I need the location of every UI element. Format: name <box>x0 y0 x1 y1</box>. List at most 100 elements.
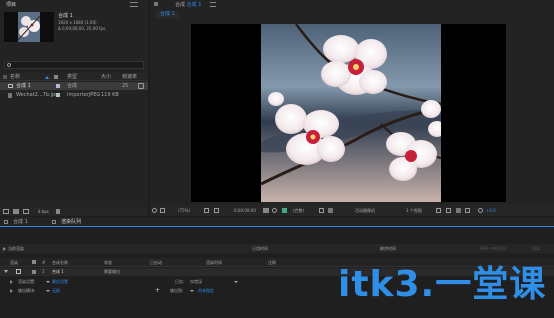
output-to-value[interactable]: 尚未指定 <box>198 289 214 293</box>
reset-exposure-icon[interactable] <box>478 208 483 213</box>
resolution-dropdown[interactable]: (完整) <box>293 209 304 213</box>
comp-info-name: 合成 1 <box>58 13 73 19</box>
comp-info-duration: Δ 0;00;00;00, 25.00 fps <box>58 26 106 31</box>
comp-thumbnail <box>4 12 54 42</box>
watermark-logo: itk3.一堂课 <box>338 264 547 305</box>
project-row-name: Wechat2...7b.jpg <box>16 92 59 98</box>
expand-arrow-icon[interactable] <box>10 289 13 293</box>
fast-previews-icon[interactable] <box>328 208 333 213</box>
viewer-toolbar: (75%) 0:00:00:00 (完整) 活动摄像机 1 个视图 +0.0 <box>150 205 554 216</box>
project-column-header: 名称 类型 大小 帧速率 <box>0 73 148 81</box>
viewer-sub-tab[interactable]: 合成 1 <box>156 11 179 18</box>
grid-icon[interactable] <box>204 208 209 213</box>
zoom-dropdown[interactable]: (75%) <box>178 209 190 213</box>
close-icon[interactable] <box>4 220 8 224</box>
mask-visibility-icon[interactable] <box>160 208 165 213</box>
column-type[interactable]: 类型 <box>67 75 77 80</box>
image-file-icon <box>8 93 12 98</box>
viewer-tab-label: 合成 <box>175 2 186 8</box>
project-row-type: ImporterJPEG <box>67 92 101 98</box>
ame-queue-button[interactable]: AME 中的队列 <box>480 247 506 251</box>
flowchart-icon[interactable] <box>138 83 144 89</box>
render-settings-value[interactable]: 最佳设置 <box>52 280 68 284</box>
render-row-num: 1 <box>42 269 45 274</box>
log-label: 日志: <box>175 279 185 284</box>
bottom-panel: 合成 1 渲染队列 当前渲染 已用时间 剩余时间 AME 中的队列 渲染 渲染 … <box>0 217 554 318</box>
column-fps[interactable]: 帧速率 <box>122 75 137 80</box>
log-value[interactable]: 仅错误 <box>190 280 202 284</box>
camera-dropdown[interactable]: 活动摄像机 <box>355 209 375 213</box>
dropdown-arrow-icon[interactable] <box>234 281 238 283</box>
label-color-swatch <box>32 270 36 274</box>
render-settings-label: 渲染设置: <box>18 279 36 284</box>
current-time[interactable]: 0:00:00:00 <box>234 209 256 213</box>
current-render-label: 当前渲染 <box>8 246 24 251</box>
dropdown-arrow-icon[interactable] <box>46 281 50 283</box>
col-render[interactable]: 渲染 <box>10 261 18 265</box>
col-comp-name[interactable]: 合成名称 <box>52 261 68 265</box>
project-row[interactable]: Wechat2...7b.jpg ImporterJPEG 119 KB <box>0 91 148 99</box>
project-row-type: 合成 <box>67 83 78 89</box>
timeline-icon[interactable] <box>456 208 461 213</box>
col-comment[interactable]: 注释 <box>268 261 276 265</box>
expand-arrow-icon[interactable] <box>10 280 13 284</box>
render-status-bar: 当前渲染 已用时间 剩余时间 AME 中的队列 渲染 <box>0 244 554 253</box>
tag-icon <box>54 75 58 79</box>
viewer-tab[interactable]: 合成 合成 1 <box>175 3 201 8</box>
add-output-module-button[interactable]: + <box>155 288 160 294</box>
label-color-swatch <box>56 93 60 97</box>
views-dropdown[interactable]: 1 个视图 <box>406 209 422 213</box>
draft-3d-icon[interactable] <box>446 208 451 213</box>
viewer-menu-icon[interactable] <box>210 2 216 7</box>
search-icon <box>7 63 11 67</box>
output-module-label: 输出模块: <box>18 288 36 293</box>
layout-icon[interactable] <box>436 208 441 213</box>
tab-comp-timeline[interactable]: 合成 1 <box>13 220 28 225</box>
project-row[interactable]: 合成 1 合成 25 <box>0 82 148 90</box>
region-of-interest-icon[interactable] <box>319 208 324 213</box>
project-panel-title[interactable]: 项目 <box>6 3 16 8</box>
search-input[interactable] <box>4 61 144 69</box>
viewer-canvas[interactable] <box>191 24 506 202</box>
project-row-name: 合成 1 <box>16 83 31 89</box>
tab-render-queue[interactable]: 渲染队列 <box>61 220 81 225</box>
new-composition-icon[interactable] <box>23 209 29 214</box>
sort-arrow-icon <box>45 76 49 79</box>
comp-info-dimensions: 1920 x 1080 (1.00) <box>58 20 97 25</box>
col-render-time[interactable]: 渲染时间 <box>206 261 222 265</box>
flowchart-icon[interactable] <box>465 208 470 213</box>
col-num[interactable]: # <box>42 261 45 265</box>
output-to-label: 输出到: <box>170 288 184 293</box>
transparency-grid-icon[interactable] <box>214 208 219 213</box>
thumbnail-image <box>17 12 41 42</box>
interpret-footage-icon[interactable] <box>3 209 9 214</box>
panel-menu-icon[interactable] <box>130 2 138 7</box>
close-icon[interactable] <box>52 220 56 224</box>
snapshot-icon[interactable] <box>263 208 269 213</box>
exposure-value[interactable]: +0.0 <box>486 209 496 213</box>
remaining-label: 剩余时间 <box>380 246 396 251</box>
column-size[interactable]: 大小 <box>101 75 111 80</box>
trash-icon[interactable] <box>56 209 60 214</box>
new-folder-icon[interactable] <box>13 209 19 214</box>
tag-icon <box>32 260 36 264</box>
render-row-status: 需要输出 <box>104 269 120 274</box>
bpc-label[interactable]: 8 bpc <box>38 210 49 214</box>
dropdown-arrow-icon[interactable] <box>46 290 50 292</box>
search-field[interactable] <box>13 62 141 68</box>
color-channel-icon[interactable] <box>282 208 287 213</box>
col-started[interactable]: 已启动 <box>150 261 162 265</box>
always-preview-icon[interactable] <box>152 208 157 213</box>
expand-arrow-icon[interactable] <box>4 270 8 273</box>
viewer-lock-icon[interactable] <box>154 2 158 6</box>
render-checkbox[interactable] <box>16 269 21 274</box>
render-button[interactable]: 渲染 <box>532 247 540 251</box>
show-snapshot-icon[interactable] <box>272 208 277 213</box>
col-status[interactable]: 状态 <box>104 261 112 265</box>
expand-arrow-icon[interactable] <box>3 247 6 251</box>
dropdown-arrow-icon[interactable] <box>190 290 194 292</box>
column-name[interactable]: 名称 <box>10 75 20 80</box>
project-toolbar: 8 bpc <box>0 207 148 216</box>
project-row-fps: 25 <box>122 83 129 89</box>
output-module-value[interactable]: 无损 <box>52 289 60 293</box>
